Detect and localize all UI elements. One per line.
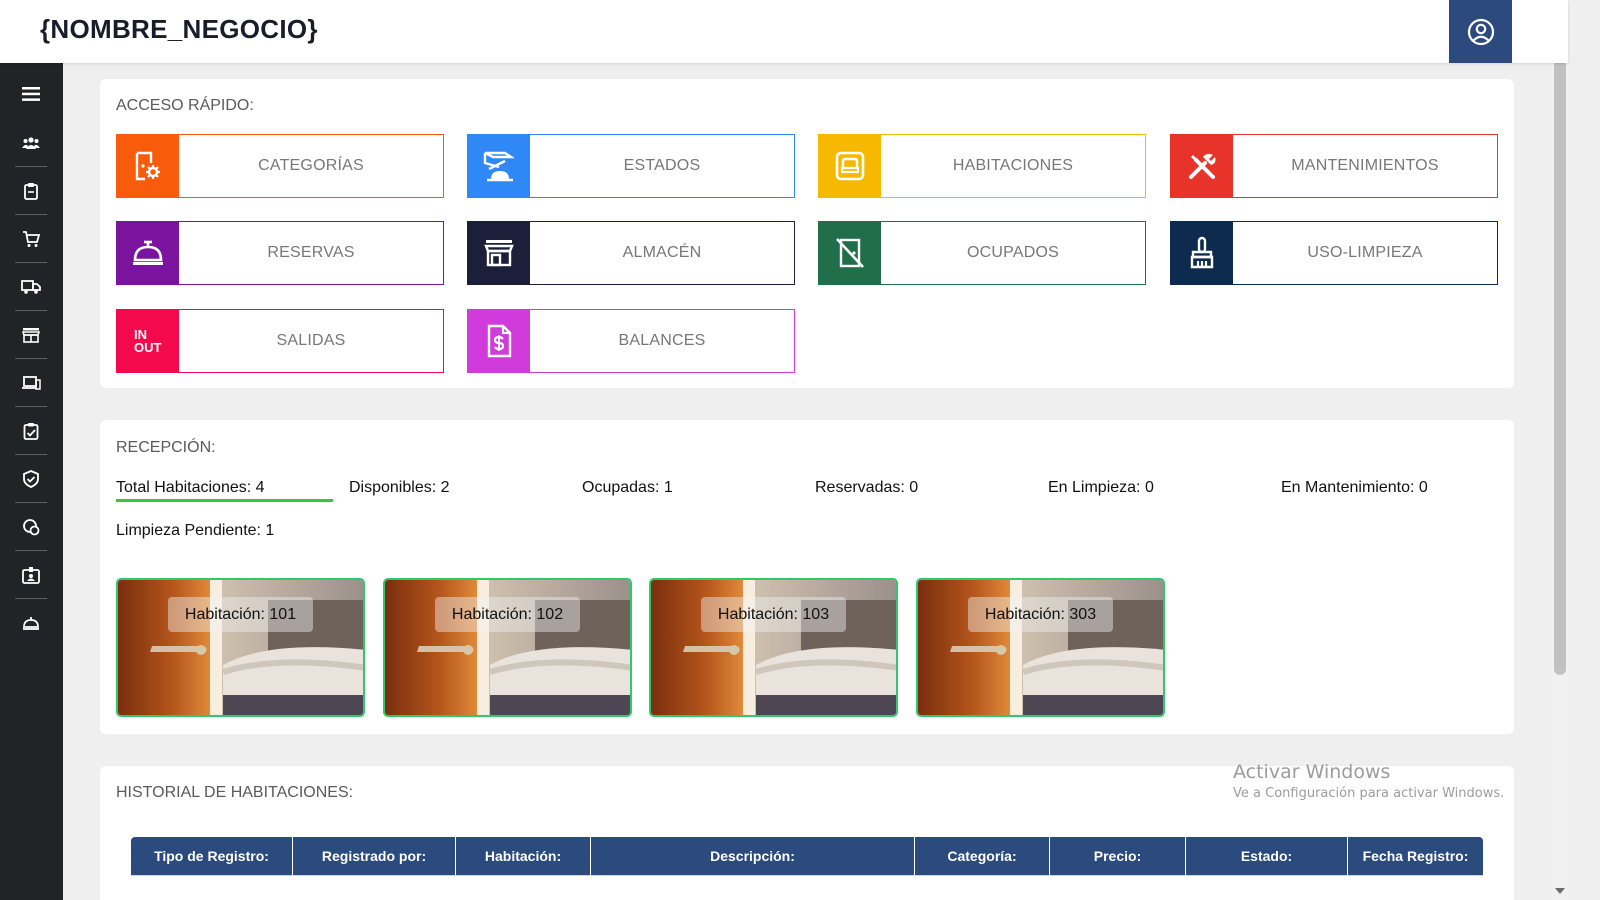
windows-watermark-title: Activar Windows [1233,761,1391,783]
col-tipo-registro[interactable]: Tipo de Registro: [131,837,293,875]
tile-ocupados[interactable]: OCUPADOS [818,221,1146,285]
reception-title: RECEPCIÓN: [116,439,216,456]
scrollbar-thumb[interactable] [1554,14,1566,675]
tile-label: ALMACÉN [622,244,702,261]
occupied-icon [819,222,881,284]
brand-title: {NOMBRE_NEGOCIO} [40,14,318,44]
categories-icon [117,135,179,197]
store-icon [22,327,40,343]
room-icon [819,135,881,197]
top-header: {NOMBRE_NEGOCIO} [0,0,1568,63]
tile-label: CATEGORÍAS [258,157,364,174]
room-label: Habitación: 102 [435,597,580,632]
tile-label: MANTENIMIENTOS [1291,157,1439,174]
stat-cleaning[interactable]: En Limpieza: 0 [1048,479,1154,497]
sidebar-item-reception[interactable] [15,599,47,647]
tile-estados[interactable]: ESTADOS [467,134,795,198]
col-fecha-registro[interactable]: Fecha Registro: [1348,837,1483,875]
tile-mantenimientos[interactable]: MANTENIMIENTOS [1170,134,1498,198]
tile-almacen[interactable]: ALMACÉN [467,221,795,285]
in-out-icon: IN OUT [117,310,179,372]
sidebar-item-users[interactable] [15,119,47,167]
tile-label: BALANCES [618,332,706,349]
col-habitacion[interactable]: Habitación: [456,837,591,875]
user-menu-button[interactable] [1449,0,1512,63]
status-icon [468,135,530,197]
room-card[interactable]: Habitación: 303 [916,578,1165,717]
tile-label: USO-LIMPIEZA [1307,244,1423,261]
id-card-icon [22,566,40,584]
shield-icon [23,469,39,488]
cart-icon [23,230,40,247]
broom-icon [1171,222,1233,284]
sidebar-item-payments[interactable] [15,503,47,551]
tile-label: ESTADOS [623,157,701,174]
sidebar-item-devices[interactable] [15,359,47,407]
sidebar-item-staff[interactable] [15,551,47,599]
active-tab-indicator [116,499,333,502]
devices-icon [22,375,41,390]
room-card[interactable]: Habitación: 101 [116,578,365,717]
room-label: Habitación: 103 [701,597,846,632]
windows-watermark-subtitle: Ve a Configuración para activar Windows. [1233,786,1505,801]
room-label: Habitación: 303 [968,597,1113,632]
sidebar-item-clipboard[interactable] [15,167,47,215]
sidebar-item-cart[interactable] [15,215,47,263]
menu-icon [22,87,40,101]
stat-maintenance[interactable]: En Mantenimiento: 0 [1281,479,1428,497]
warehouse-icon [468,222,530,284]
tile-balances[interactable]: BALANCES [467,309,795,373]
col-descripcion[interactable]: Descripción: [591,837,915,875]
sidebar-item-delivery[interactable] [15,263,47,311]
tile-uso-limpieza[interactable]: USO-LIMPIEZA [1170,221,1498,285]
coins-icon [23,518,40,535]
user-circle-icon [1467,18,1494,45]
service-bell-icon [23,617,39,630]
room-card[interactable]: Habitación: 102 [383,578,632,717]
col-estado[interactable]: Estado: [1186,837,1348,875]
history-title: HISTORIAL DE HABITACIONES: [116,784,354,801]
history-table-body [131,875,1483,883]
tile-habitaciones[interactable]: HABITACIONES [818,134,1146,198]
sidebar-item-security[interactable] [15,455,47,503]
col-precio[interactable]: Precio: [1050,837,1186,875]
room-label: Habitación: 101 [168,597,313,632]
tile-label: SALIDAS [276,332,346,349]
stat-occupied[interactable]: Ocupadas: 1 [582,479,673,497]
col-registrado-por[interactable]: Registrado por: [293,837,456,875]
scroll-down-arrow-icon[interactable] [1555,888,1565,894]
tile-label: OCUPADOS [967,244,1059,261]
service-bell-icon [117,222,179,284]
tile-label: RESERVAS [267,244,355,261]
clipboard-icon [24,182,38,200]
tile-label: HABITACIONES [952,157,1074,174]
stat-available[interactable]: Disponibles: 2 [349,479,450,497]
users-icon [22,136,40,149]
sidebar-item-store[interactable] [15,311,47,359]
quick-access-title: ACCESO RÁPIDO: [116,97,254,114]
room-card[interactable]: Habitación: 103 [649,578,898,717]
tile-salidas[interactable]: IN OUT SALIDAS [116,309,444,373]
task-icon [23,422,39,440]
sidebar [0,63,63,900]
stat-reserved[interactable]: Reservadas: 0 [815,479,918,497]
truck-icon [21,279,41,294]
in-out-icon-line2: OUT [134,340,162,355]
tile-categorias[interactable]: CATEGORÍAS [116,134,444,198]
stat-pending-cleaning[interactable]: Limpieza Pendiente: 1 [116,522,274,540]
col-categoria[interactable]: Categoría: [915,837,1050,875]
stat-total-rooms[interactable]: Total Habitaciones: 4 [116,479,265,497]
sidebar-menu-toggle[interactable] [15,70,47,118]
tools-icon [1171,135,1233,197]
tile-reservas[interactable]: RESERVAS [116,221,444,285]
invoice-icon [468,310,530,372]
sidebar-item-tasks[interactable] [15,407,47,455]
history-table-header: Tipo de Registro: Registrado por: Habita… [131,837,1483,875]
